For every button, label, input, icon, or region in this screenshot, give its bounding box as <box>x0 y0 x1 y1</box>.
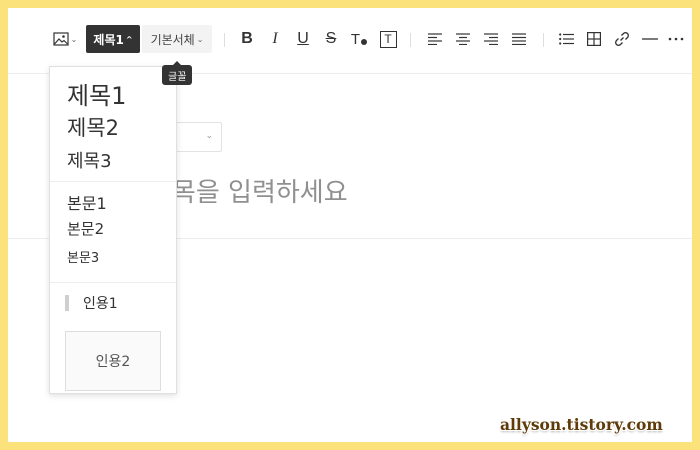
underline-icon: U <box>297 30 309 47</box>
body2-option[interactable]: 본문2 <box>67 218 104 239</box>
heading3-option[interactable]: 제목3 <box>67 147 112 173</box>
text-color-button[interactable]: T <box>347 25 371 53</box>
insert-link-button[interactable] <box>611 25 633 53</box>
image-icon <box>53 32 69 46</box>
toolbar-divider <box>543 33 544 47</box>
bold-icon: B <box>241 30 253 47</box>
chevron-down-icon: ⌄ <box>196 34 204 44</box>
toolbar-divider <box>224 33 225 47</box>
editor-toolbar: ⌄ 제목1 ^ 기본서체 ⌄ B I U S T T <box>8 8 692 74</box>
more-icon <box>668 37 684 41</box>
italic-button[interactable]: I <box>264 25 286 53</box>
insert-image-button[interactable]: ⌄ <box>50 25 80 53</box>
table-icon <box>587 32 601 46</box>
insert-table-button[interactable] <box>583 25 605 53</box>
menu-divider <box>50 282 176 283</box>
heading-style-button[interactable]: 제목1 ^ <box>86 25 140 53</box>
toolbar-divider <box>410 33 411 47</box>
body3-option[interactable]: 본문3 <box>67 247 99 266</box>
align-center-icon <box>456 33 470 45</box>
italic-icon: I <box>272 30 278 47</box>
heading-style-label: 제목1 <box>93 32 124 47</box>
quote-bar-icon <box>65 295 69 311</box>
quote2-label: 인용2 <box>95 354 131 370</box>
horizontal-line-icon <box>642 38 658 40</box>
align-right-button[interactable] <box>480 25 502 53</box>
text-color-icon: T <box>350 30 361 48</box>
horizontal-rule-button[interactable] <box>639 25 661 53</box>
align-left-icon <box>428 33 442 45</box>
bulleted-list-button[interactable] <box>555 25 577 53</box>
color-dot-icon <box>361 39 368 45</box>
underline-button[interactable]: U <box>292 25 314 53</box>
align-justify-icon <box>512 33 526 45</box>
link-icon <box>615 32 629 46</box>
chevron-up-icon: ^ <box>125 34 133 44</box>
quote1-label: 인용1 <box>83 296 118 312</box>
quote2-option[interactable]: 인용2 <box>65 331 161 391</box>
more-options-button[interactable] <box>665 25 687 53</box>
quote1-option[interactable]: 인용1 <box>65 293 118 313</box>
align-left-button[interactable] <box>424 25 446 53</box>
font-family-button[interactable]: 기본서체 ⌄ <box>142 25 212 53</box>
menu-divider <box>50 181 176 182</box>
font-family-label: 기본서체 <box>150 32 195 47</box>
strikethrough-icon: S <box>325 30 337 47</box>
align-center-button[interactable] <box>452 25 474 53</box>
heading-style-dropdown: 제목1 제목2 제목3 본문1 본문2 본문3 인용1 인용2 <box>49 66 177 394</box>
body1-option[interactable]: 본문1 <box>67 190 107 214</box>
bold-button[interactable]: B <box>236 25 258 53</box>
editor-canvas: ⌄ 제목1 ^ 기본서체 ⌄ B I U S T T 글꼴 ⌄ 제목을 입력하세… <box>8 8 692 442</box>
font-tooltip: 글꼴 <box>162 61 193 85</box>
strikethrough-button[interactable]: S <box>320 25 342 53</box>
chevron-down-icon: ⌄ <box>70 34 78 44</box>
align-right-icon <box>484 33 498 45</box>
heading2-option[interactable]: 제목2 <box>67 112 119 142</box>
chevron-down-icon: ⌄ <box>205 131 213 141</box>
text-background-icon: T <box>379 30 397 48</box>
align-justify-button[interactable] <box>508 25 530 53</box>
bulleted-list-icon <box>558 33 574 45</box>
post-title-input[interactable]: 제목을 입력하세요 <box>148 172 548 212</box>
watermark: allyson.tistory.com <box>500 415 663 434</box>
text-background-button[interactable]: T <box>377 25 399 53</box>
heading1-option[interactable]: 제목1 <box>67 76 126 111</box>
